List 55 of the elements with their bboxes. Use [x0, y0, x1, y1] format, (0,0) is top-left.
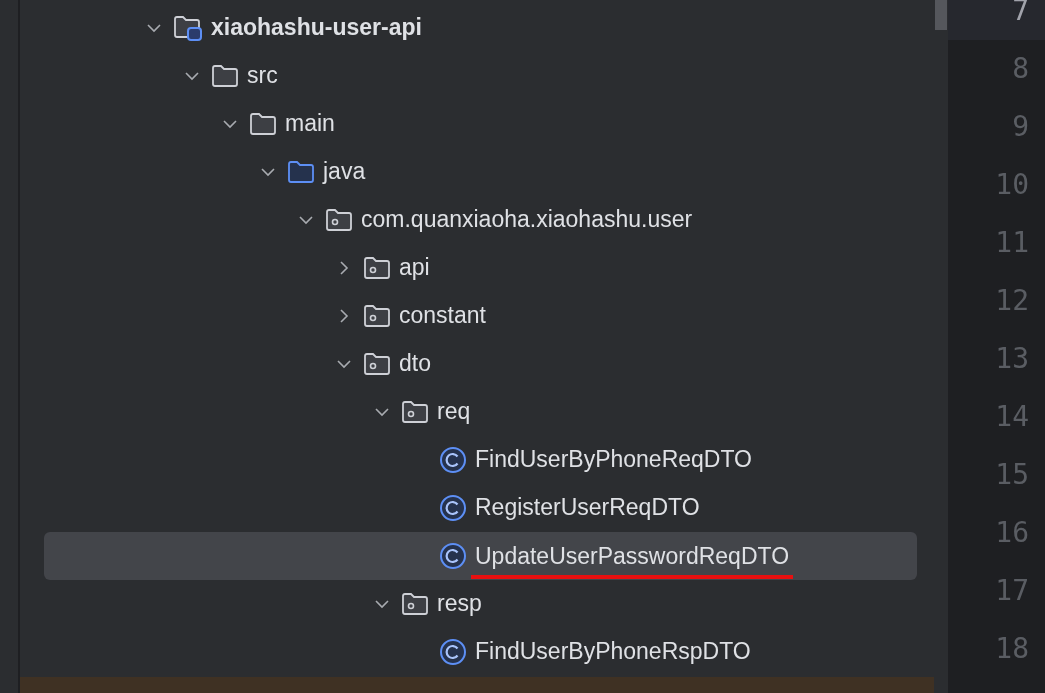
- line-number: 11: [994, 225, 1030, 261]
- tree-row[interactable]: req: [44, 388, 917, 436]
- line-number: 16: [994, 515, 1030, 551]
- folder-icon: [211, 64, 239, 88]
- tree-row[interactable]: resp: [44, 580, 917, 628]
- tree-row[interactable]: constant: [44, 292, 917, 340]
- tree-row[interactable]: dto: [44, 340, 917, 388]
- tree-row[interactable]: FindUserByPhoneReqDTO: [44, 436, 917, 484]
- line-number: 14: [994, 399, 1030, 435]
- tree-label: com.quanxiaoha.xiaohashu.user: [361, 206, 693, 234]
- tree-row[interactable]: UpdateUserPasswordReqDTO: [44, 532, 917, 580]
- package-icon: [325, 208, 353, 232]
- tree-label: FindUserByPhoneRspDTO: [475, 638, 751, 666]
- line-number: 10: [994, 167, 1030, 203]
- line-number: 8: [1011, 51, 1030, 87]
- tree-label: xiaohashu-user-api: [211, 14, 422, 42]
- class-icon: [439, 542, 467, 570]
- package-icon: [363, 304, 391, 328]
- line-number: 9: [1011, 109, 1030, 145]
- package-icon: [401, 400, 429, 424]
- tree-label: req: [437, 398, 471, 426]
- tree-row[interactable]: main: [44, 100, 917, 148]
- line-number: 15: [994, 457, 1030, 493]
- tree-row[interactable]: FindUserByPhoneRspDTO: [44, 628, 917, 676]
- tree-label: constant: [399, 302, 486, 330]
- tree-row[interactable]: api: [44, 244, 917, 292]
- class-icon: [439, 494, 467, 522]
- tree-label: main: [285, 110, 335, 138]
- scrollbar-thumb[interactable]: [935, 0, 947, 30]
- tree-row[interactable]: xiaohashu-user-api: [44, 4, 917, 52]
- package-icon: [363, 256, 391, 280]
- tree-label: dto: [399, 350, 431, 378]
- tree-label: java: [323, 158, 366, 186]
- package-icon: [401, 592, 429, 616]
- tree-label: RegisterUserReqDTO: [475, 494, 700, 522]
- class-icon: [439, 638, 467, 666]
- line-number: 13: [994, 341, 1030, 377]
- folder-icon: [249, 112, 277, 136]
- class-icon: [439, 446, 467, 474]
- tree-label: FindUserByPhoneReqDTO: [475, 446, 752, 474]
- module-folder-icon: [173, 15, 203, 41]
- source-folder-icon: [287, 160, 315, 184]
- line-number: 7: [948, 0, 1045, 40]
- tree-row[interactable]: java: [44, 148, 917, 196]
- tree-label: src: [247, 62, 278, 90]
- tree-row[interactable]: src: [44, 52, 917, 100]
- line-number: 18: [994, 631, 1030, 667]
- package-icon: [363, 352, 391, 376]
- line-number: 12: [994, 283, 1030, 319]
- tree-label: resp: [437, 590, 482, 618]
- tree-row[interactable]: com.quanxiaoha.xiaohashu.user: [44, 196, 917, 244]
- tree-label: UpdateUserPasswordReqDTO: [471, 543, 794, 579]
- tree-label: api: [399, 254, 430, 282]
- line-number: 17: [994, 573, 1030, 609]
- tree-row[interactable]: RegisterUserReqDTO: [44, 484, 917, 532]
